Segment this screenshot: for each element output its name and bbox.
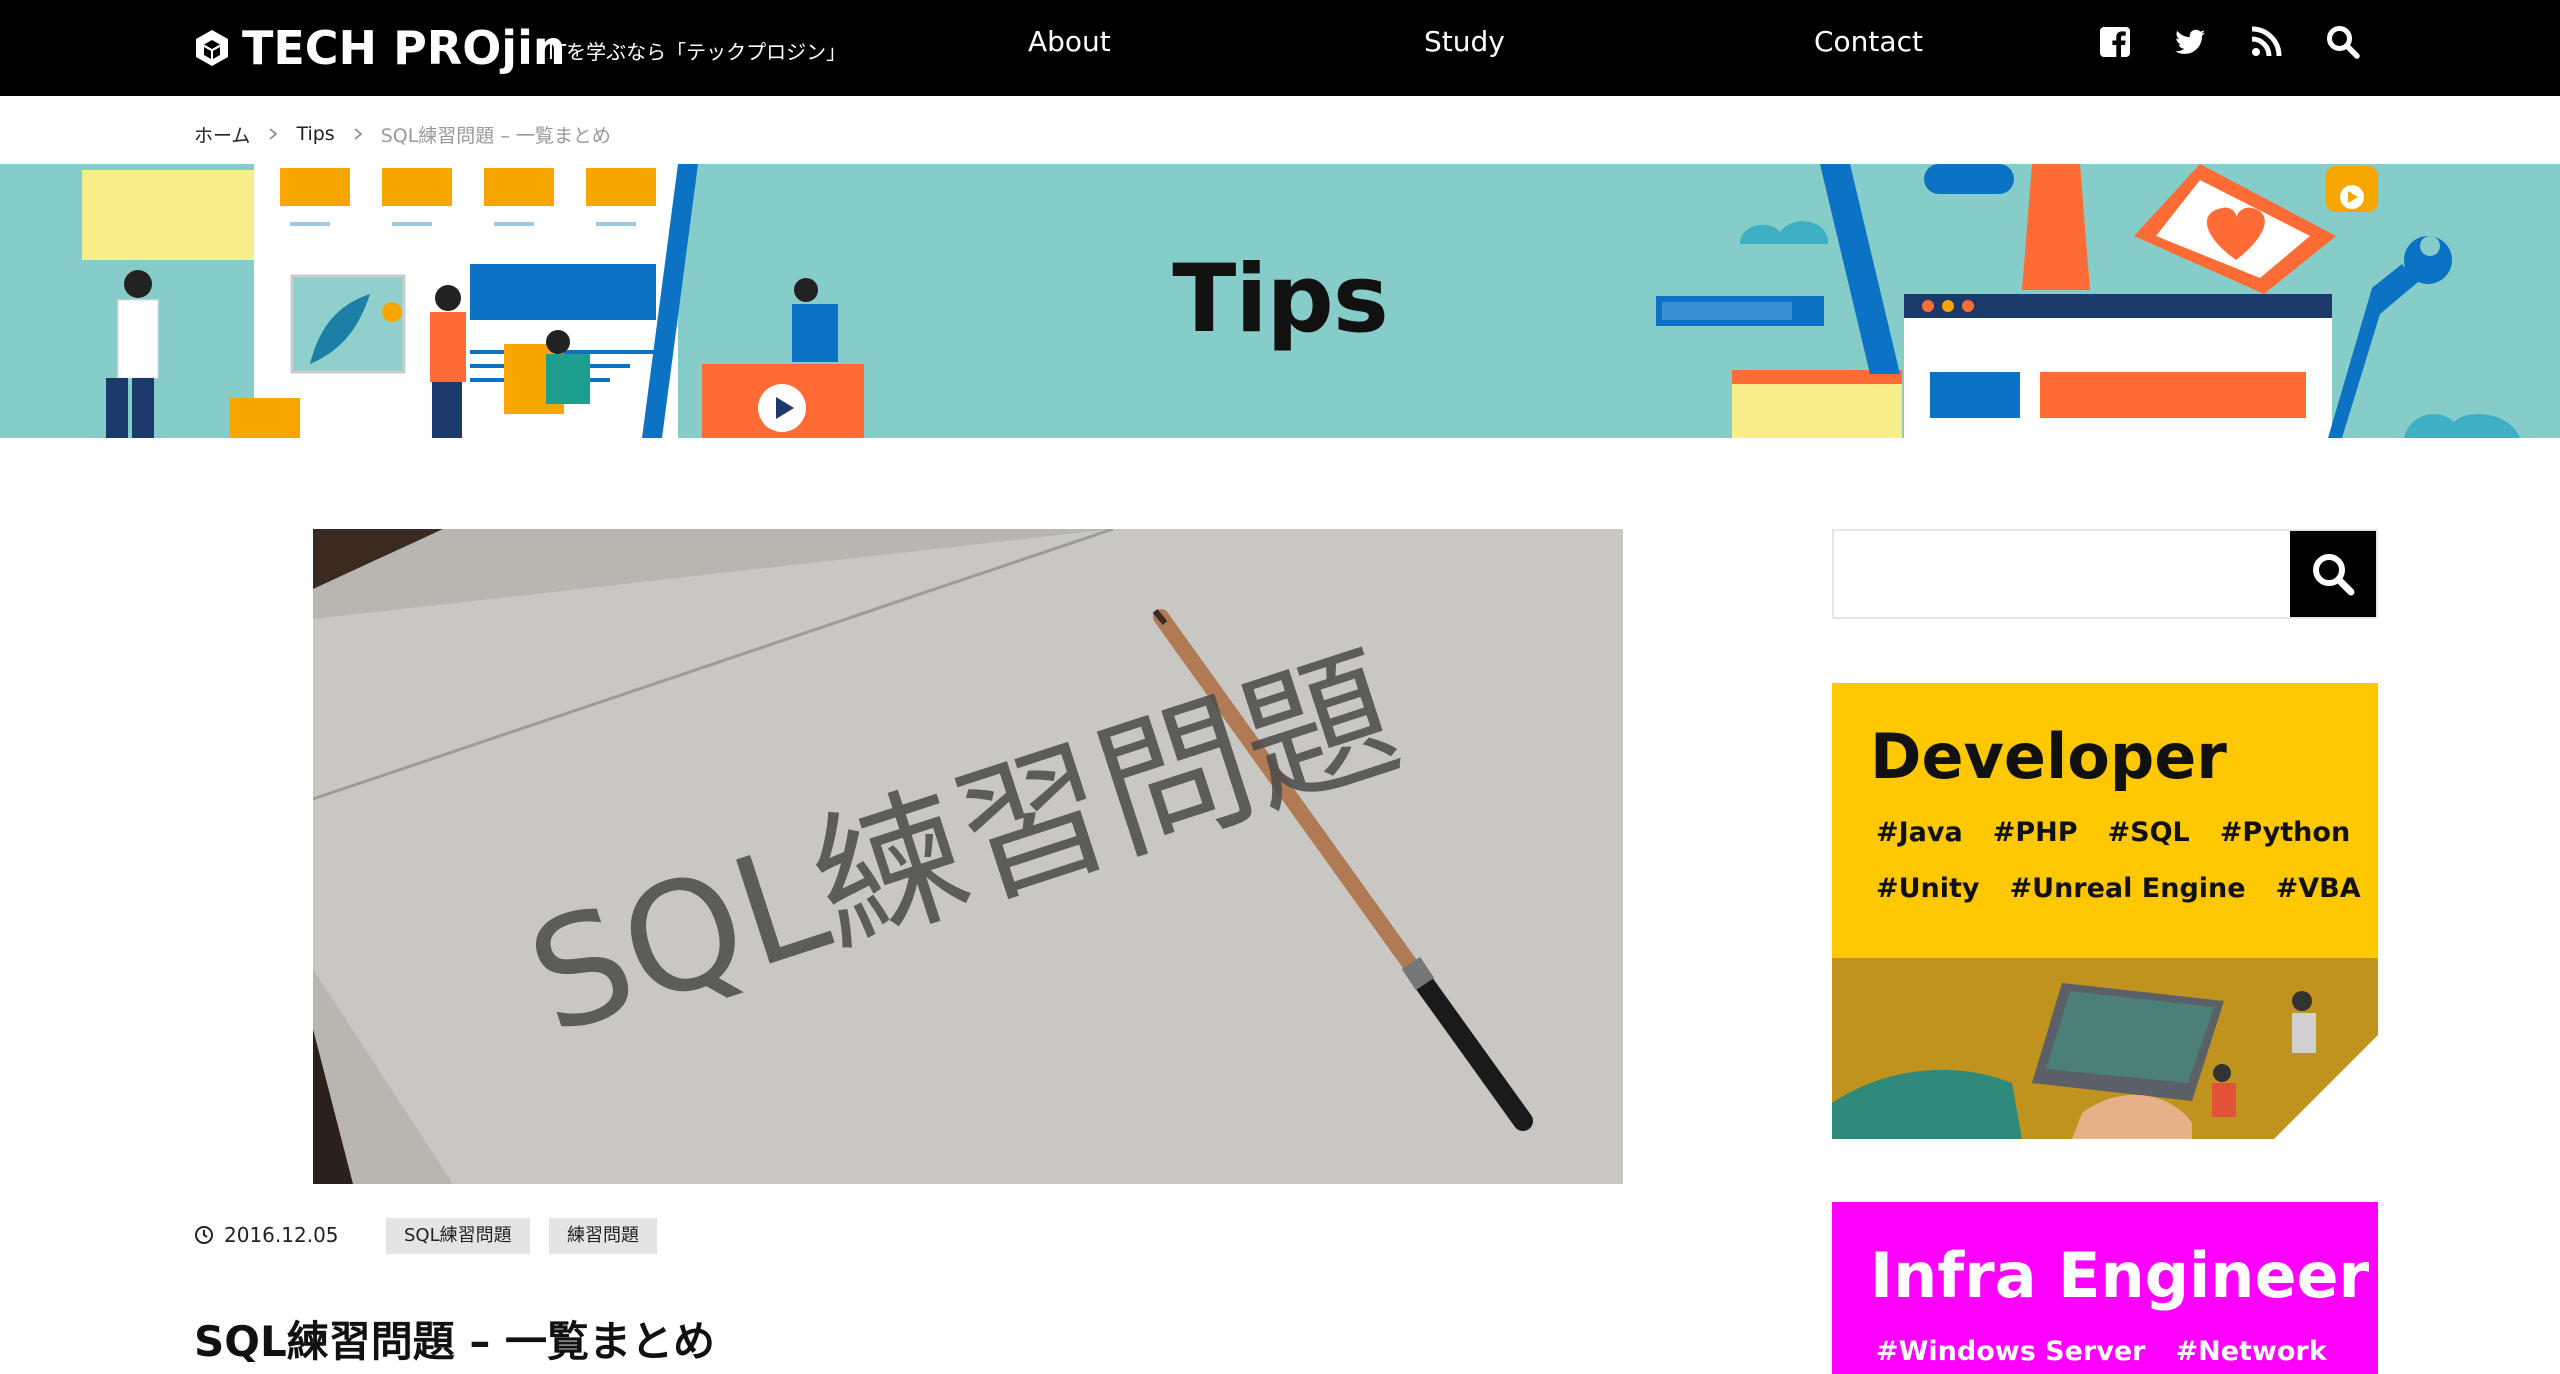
tag-php: #PHP [1992, 817, 2078, 848]
tag-java: #Java [1876, 817, 1963, 848]
breadcrumb-home[interactable]: ホーム [194, 121, 250, 148]
breadcrumb-current: SQL練習問題 – 一覧まとめ [380, 124, 611, 147]
tag-windows-server: #Windows Server [1876, 1336, 2146, 1367]
tag-practice[interactable]: 練習問題 [549, 1218, 657, 1254]
article-title[interactable]: SQL練習問題 – 一覧まとめ [194, 1312, 715, 1372]
sidebar-search-input[interactable] [1834, 531, 2288, 617]
chevron-right-icon [354, 128, 362, 140]
infra-engineer-banner[interactable]: Infra Engineer #Windows Server #Network [1832, 1202, 2378, 1374]
infra-banner-title: Infra Engineer [1870, 1239, 2370, 1312]
tag-python: #Python [2219, 817, 2351, 848]
tag-sql-practice[interactable]: SQL練習問題 [386, 1218, 530, 1254]
logo-hexagon-icon [196, 30, 228, 66]
twitter-icon[interactable] [2172, 24, 2208, 60]
breadcrumb-category[interactable]: Tips [296, 123, 334, 145]
developer-tags-row1: #Java #PHP #SQL #Python [1876, 813, 2378, 853]
tag-network: #Network [2175, 1336, 2327, 1367]
infra-tags-row1: #Windows Server #Network [1876, 1332, 2357, 1372]
post-date-text: 2016.12.05 [224, 1223, 339, 1247]
site-header: TECH PROjin ITを学ぶなら「テックプロジン」 About Study… [0, 0, 2560, 96]
sql-notebook-photo: SQL練習問題 [313, 529, 1623, 1184]
post-date: 2016.12.05 [194, 1218, 339, 1252]
nav-contact[interactable]: Contact [1814, 22, 1923, 62]
site-tagline: ITを学ぶなら「テックプロジン」 [548, 40, 847, 64]
developer-banner-title: Developer [1870, 720, 2227, 793]
nav-about[interactable]: About [1028, 22, 1111, 62]
site-logo[interactable]: TECH PROjin [192, 20, 566, 76]
rss-icon[interactable] [2248, 24, 2284, 60]
tag-vba: #VBA [2275, 873, 2361, 904]
facebook-icon[interactable] [2097, 24, 2133, 60]
logo-text: TECH PROjin [242, 21, 566, 75]
sidebar-search-button[interactable] [2290, 531, 2376, 617]
clock-icon [195, 1226, 213, 1244]
chevron-right-icon [269, 128, 278, 140]
developer-tags-row2: #Unity #Unreal Engine #VBA [1876, 869, 2378, 909]
nav-study[interactable]: Study [1424, 22, 1505, 62]
developer-banner[interactable]: Developer #Java #PHP #SQL #Python #Unity #Un… [1832, 683, 2378, 1139]
search-icon[interactable] [2325, 24, 2361, 60]
breadcrumb: ホーム Tips SQL練習問題 – 一覧まとめ [194, 118, 611, 150]
article-thumbnail[interactable]: SQL練習問題 [313, 529, 1623, 1184]
tag-sql: #SQL [2107, 817, 2190, 848]
search-icon [2313, 554, 2355, 596]
hero-title: Tips [1172, 245, 1389, 354]
tag-unreal-engine: #Unreal Engine [2009, 873, 2246, 904]
tag-unity: #Unity [1876, 873, 1980, 904]
